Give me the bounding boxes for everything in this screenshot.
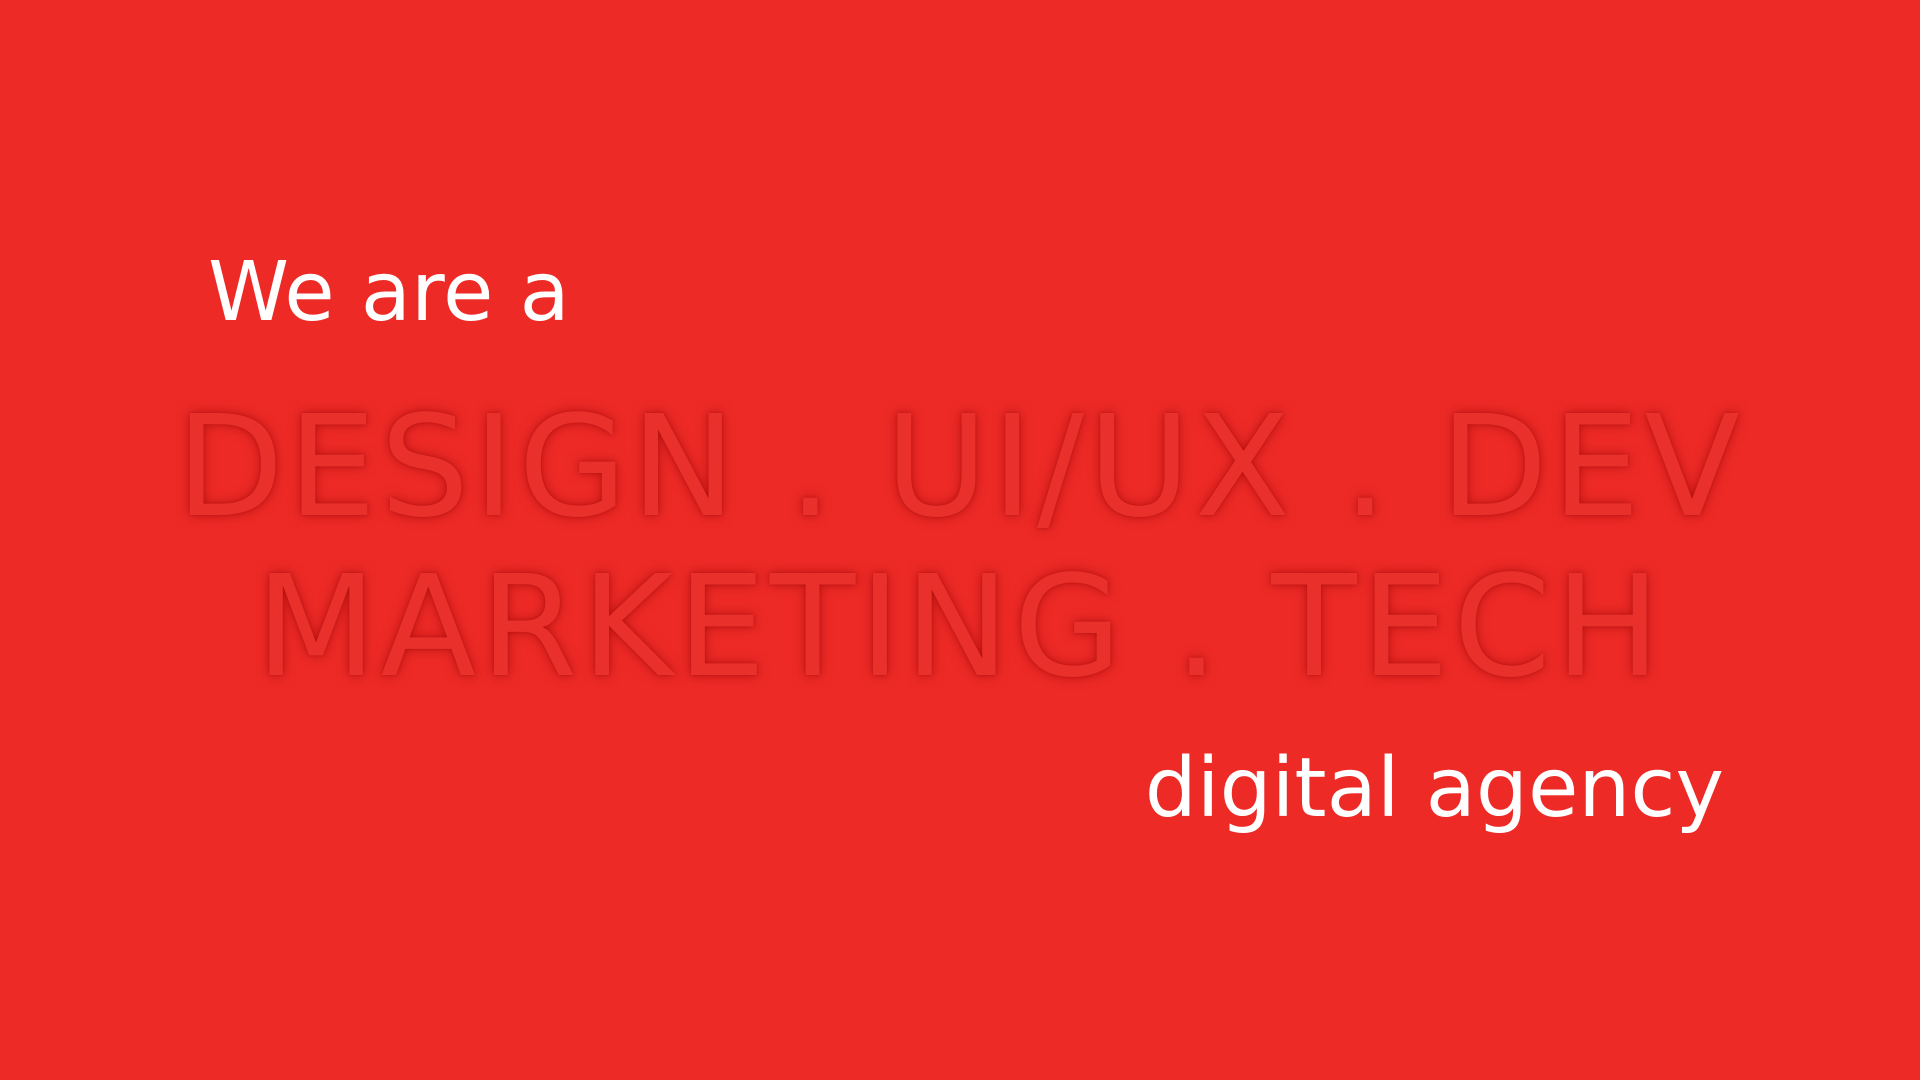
services-line-secondary: MARKETING . TECH	[255, 546, 1665, 709]
outro-heading: digital agency	[1144, 741, 1724, 836]
intro-heading: We are a	[208, 245, 570, 340]
services-line-primary: DESIGN . UI/UX . DEV	[176, 386, 1744, 549]
hero-slide: We are a DESIGN . UI/UX . DEV MARKETING …	[0, 0, 1920, 1080]
